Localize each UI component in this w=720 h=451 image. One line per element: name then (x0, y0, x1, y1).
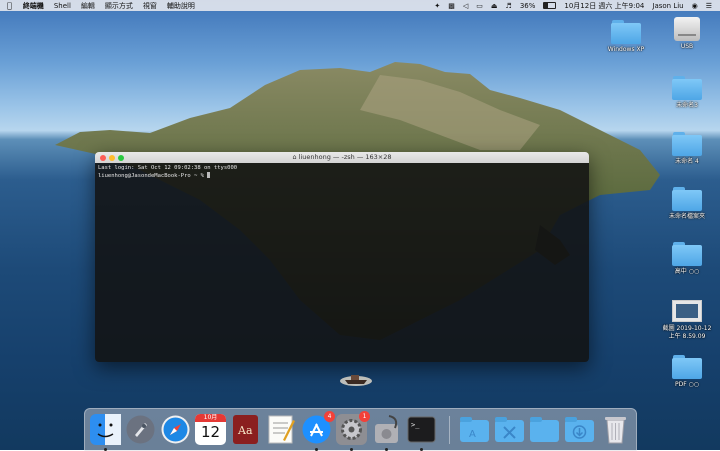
close-button[interactable] (100, 154, 106, 161)
folder-icon (672, 355, 702, 379)
applications-folder-icon: A (460, 417, 489, 442)
terminal-last-login: Last login: Sat Oct 12 09:02:38 on ttys0… (98, 165, 238, 171)
dock-applications-folder[interactable]: A (459, 414, 490, 445)
desktop-icon-label: 未命名3 (676, 102, 698, 109)
folder-icon (530, 417, 559, 442)
desktop-icon-label: 未命名檔案夾 (668, 213, 705, 220)
desktop-icon-label: PDF ○○ (674, 381, 700, 388)
dock-downloads-folder[interactable] (564, 414, 595, 445)
desktop-icon-usb[interactable]: USB (659, 17, 715, 51)
dock-calendar[interactable]: 10月 12 (195, 414, 226, 445)
terminal-cursor (207, 172, 211, 178)
calendar-day: 12 (200, 423, 221, 441)
battery-percent[interactable]: 36% (516, 2, 540, 10)
menu-edit[interactable]: 編輯 (76, 1, 100, 11)
dock-safari[interactable] (160, 414, 191, 445)
utilities-folder-icon (495, 417, 524, 442)
desktop-icon-untitled-folder[interactable]: 未命名檔案夾 (659, 187, 715, 221)
user-name[interactable]: Jason Liu (648, 2, 687, 10)
launchpad-icon (126, 415, 155, 444)
dock-finder[interactable] (90, 414, 121, 451)
textedit-icon (268, 415, 295, 444)
folder-icon (672, 76, 702, 100)
dock-system-preferences[interactable]: 1 (336, 411, 370, 451)
folder-icon (672, 132, 702, 156)
preferences-badge: 1 (359, 411, 370, 422)
wifi-icon[interactable]: ◁ (459, 2, 472, 10)
dock-textedit[interactable] (265, 414, 296, 445)
folder-icon (672, 242, 702, 266)
menu-help[interactable]: 輔助說明 (162, 1, 200, 11)
app-store-badge: 4 (324, 411, 335, 422)
dock-disk-utility[interactable] (371, 414, 402, 451)
eject-icon[interactable]: ⏏ (487, 2, 502, 10)
minimize-button[interactable] (109, 154, 115, 161)
terminal-content[interactable]: Last login: Sat Oct 12 09:02:38 on ttys0… (95, 163, 589, 362)
terminal-title: liuenhong — -zsh — 163×28 (298, 153, 392, 161)
drive-icon (674, 17, 700, 41)
safari-compass-icon (161, 415, 190, 444)
airplay-icon[interactable]: ▭ (472, 2, 487, 10)
dock-dictionary[interactable]: Aa (230, 414, 261, 445)
dock-utilities-folder[interactable] (494, 414, 525, 445)
menu-shell[interactable]: Shell (49, 2, 76, 10)
battery-icon[interactable] (539, 2, 560, 9)
notification-center-icon[interactable]: ☰ (702, 2, 716, 10)
bluetooth-icon[interactable]: ✦ (430, 2, 444, 10)
dock-terminal[interactable]: >_ (406, 414, 437, 451)
desktop-icon-screenshot[interactable]: 截圖 2019-10-12 上午 8.59.09 (659, 298, 715, 341)
wallpaper-boat (340, 375, 372, 386)
menu-window[interactable]: 視窗 (138, 1, 162, 11)
volume-icon[interactable]: ♬ (502, 2, 516, 10)
menu-bar:  終端機 Shell 編輯 顯示方式 視窗 輔助說明 ✦ ▩ ◁ ▭ ⏏ ♬ … (0, 0, 720, 11)
screenshot-icon (672, 300, 702, 322)
terminal-title-bar[interactable]: ⌂ liuenhong — -zsh — 163×28 (95, 152, 589, 163)
svg-text:>_: >_ (411, 421, 420, 429)
dock-documents-folder[interactable] (529, 414, 560, 445)
desktop-icon-label: 未命名 4 (675, 158, 699, 165)
dock: 10月 12 Aa 4 1 >_ A (84, 408, 637, 451)
clock[interactable]: 10月12日 週六 上午9:04 (560, 1, 648, 11)
finder-icon (90, 414, 121, 445)
dock-app-store[interactable]: 4 (301, 411, 335, 451)
downloads-folder-icon (565, 417, 594, 442)
apple-menu-icon[interactable]:  (0, 1, 18, 10)
dock-trash[interactable] (600, 414, 631, 445)
folder-icon (672, 187, 702, 211)
calendar-month: 10月 (195, 414, 226, 422)
dictionary-icon: Aa (233, 415, 258, 444)
svg-text:A: A (469, 429, 476, 440)
terminal-icon: >_ (407, 416, 436, 443)
dock-launchpad[interactable] (125, 414, 156, 445)
folder-icon (611, 20, 641, 44)
trash-icon (605, 417, 626, 444)
svg-text:Aa: Aa (237, 424, 253, 437)
desktop-icon-untitled-3[interactable]: 未命名3 (659, 76, 715, 110)
zoom-button[interactable] (118, 154, 124, 161)
terminal-prompt: liuenhong@JasondeMacBook-Pro ~ % (98, 173, 208, 179)
desktop-icon-high-school[interactable]: 高中 ○○ (659, 242, 715, 276)
desktop-icon-windows-xp[interactable]: Windows XP (598, 20, 654, 54)
desktop-icon-pdf[interactable]: PDF ○○ (659, 355, 715, 389)
dock-separator (449, 416, 450, 444)
menu-view[interactable]: 顯示方式 (100, 1, 138, 11)
desktop-icon-label: Windows XP (607, 46, 645, 53)
desktop-icon-label: USB (680, 43, 694, 50)
desktop-icon-label: 截圖 2019-10-12 上午 8.59.09 (662, 325, 712, 340)
terminal-window[interactable]: ⌂ liuenhong — -zsh — 163×28 Last login: … (95, 152, 589, 362)
keyboard-icon[interactable]: ▩ (444, 2, 459, 10)
siri-icon[interactable]: ◉ (688, 2, 702, 10)
desktop-icon-untitled-4[interactable]: 未命名 4 (659, 132, 715, 166)
disk-utility-icon (375, 415, 398, 443)
menu-app-name[interactable]: 終端機 (18, 1, 49, 11)
desktop-icon-label: 高中 ○○ (674, 268, 700, 275)
